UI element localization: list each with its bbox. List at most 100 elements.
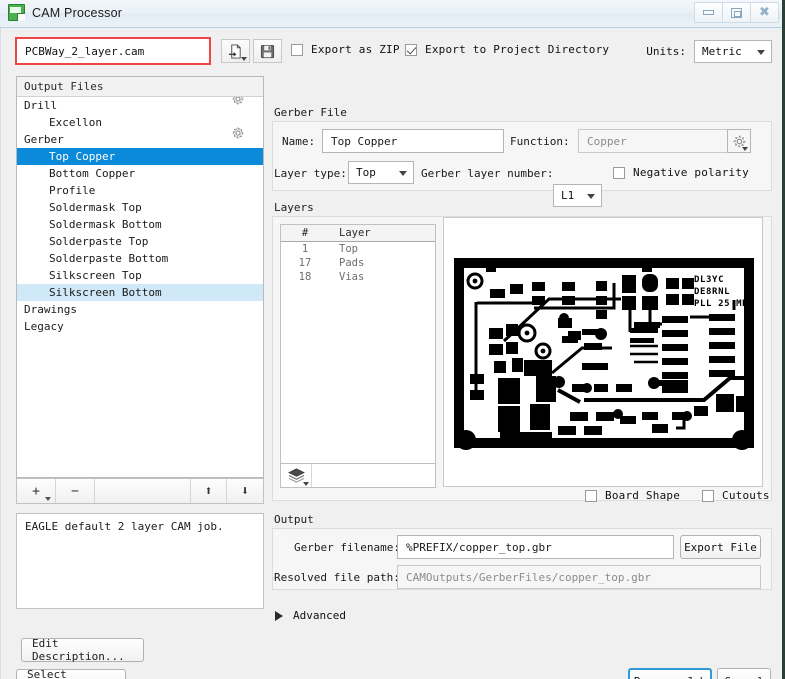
output-file-label: Profile [49, 184, 96, 197]
chevron-down-icon [303, 482, 309, 486]
select-board-button[interactable]: Select Board... [16, 668, 126, 679]
maximize-button[interactable] [722, 2, 751, 23]
gerber-function-input[interactable]: Copper [578, 129, 748, 153]
cam-job-name-input[interactable]: PCBWay_2_layer.cam [15, 37, 211, 65]
gerber-filename-input[interactable]: %PREFIX/copper_top.gbr [397, 535, 674, 559]
layers-table-row[interactable]: 18 Vias [281, 270, 435, 284]
gerber-layer-number-select[interactable]: L1 [553, 184, 602, 207]
chevron-down-icon [587, 193, 595, 199]
top-toolbar: PCBWay_2_layer.cam Export as ZIP Export … [15, 37, 772, 67]
chevron-down-icon [742, 147, 748, 151]
edit-description-button[interactable]: Edit Description... [21, 637, 144, 663]
maximize-icon [731, 7, 742, 18]
output-file-label: Soldermask Top [49, 201, 142, 214]
output-file-item[interactable]: Silkscreen Bottom [17, 284, 263, 301]
resolved-file-path-value: CAMOutputs/GerberFiles/copper_top.gbr [406, 570, 652, 584]
move-down-button[interactable]: ⬇ [227, 479, 263, 503]
window-controls: ✖ [694, 2, 779, 23]
cutouts-checkbox-row[interactable]: Cutouts [702, 489, 770, 502]
cancel-button[interactable]: Cancel [717, 668, 771, 679]
layers-table[interactable]: # Layer 1 Top 17 Pads 18 Vias [280, 224, 436, 464]
gear-icon [232, 97, 244, 105]
layers-table-body: 1 Top 17 Pads 18 Vias [281, 242, 435, 284]
export-as-zip-checkbox[interactable] [291, 43, 303, 56]
remove-output-file-button[interactable]: − [56, 479, 95, 503]
toolbar-spacer [95, 479, 191, 503]
resolved-file-path-input: CAMOutputs/GerberFiles/copper_top.gbr [397, 565, 761, 589]
window-body: PCBWay_2_layer.cam Export as ZIP Export … [0, 28, 785, 679]
gerber-name-label: Name: [282, 135, 316, 148]
gerber-filename-label: Gerber filename: [294, 541, 400, 554]
layer-type-select[interactable]: Top [348, 161, 414, 184]
gerber-preview-canvas: DL3YC DE8RNL PLL 25 MHz [444, 218, 762, 486]
cancel-label: Cancel [724, 675, 764, 679]
gerber-function-settings-button[interactable] [727, 129, 751, 153]
negative-polarity-checkbox-row[interactable]: Negative polarity [613, 166, 749, 179]
close-button[interactable]: ✖ [750, 2, 779, 23]
output-file-item[interactable]: Excellon [17, 114, 263, 131]
output-file-item[interactable]: Silkscreen Top [17, 267, 263, 284]
layer-number: 17 [298, 257, 312, 269]
chevron-down-icon [399, 170, 407, 176]
cutouts-checkbox[interactable] [702, 489, 714, 502]
negative-polarity-checkbox[interactable] [613, 166, 625, 179]
output-file-item[interactable]: Solderpaste Bottom [17, 250, 263, 267]
output-file-item[interactable]: Drill [17, 97, 263, 114]
export-file-button[interactable]: Export File [680, 535, 761, 559]
cam-processor-window: CAM Processor ✖ PCBWay_2_layer.cam Expor… [0, 0, 785, 679]
output-group-title: Output [274, 513, 314, 526]
gerber-name-input[interactable]: Top Copper [322, 129, 504, 153]
layers-table-row[interactable]: 1 Top [281, 242, 435, 256]
chevron-down-icon [45, 497, 51, 501]
layers-column-number: # [301, 227, 309, 239]
output-file-settings-button[interactable] [232, 97, 254, 106]
title-bar-left: CAM Processor [8, 4, 122, 21]
units-select[interactable]: Metric [694, 40, 772, 63]
output-file-item[interactable]: Gerber [17, 127, 263, 148]
load-cam-job-button[interactable] [221, 39, 250, 63]
layer-number: 1 [301, 243, 309, 255]
layers-group-title: Layers [274, 201, 314, 214]
export-as-zip-label: Export as ZIP [311, 43, 400, 56]
output-file-item[interactable]: Soldermask Top [17, 199, 263, 216]
chevron-down-icon [757, 49, 765, 55]
output-file-item[interactable]: Drawings [17, 301, 263, 318]
output-files-header: Output Files [17, 77, 263, 97]
output-files-tree[interactable]: Drill Excellon Gerber Top Copper Bottom Copp… [17, 97, 263, 477]
board-shape-checkbox-row[interactable]: Board Shape [585, 489, 680, 502]
output-file-label: Gerber [24, 133, 64, 146]
add-output-file-button[interactable]: + [17, 479, 56, 503]
output-file-label: Drill [24, 99, 58, 112]
output-file-item[interactable]: Profile [17, 182, 263, 199]
gerber-file-group-title: Gerber File [274, 106, 347, 119]
job-description-box[interactable]: EAGLE default 2 layer CAM job. [16, 513, 264, 609]
board-shape-label: Board Shape [605, 489, 681, 502]
minimize-button[interactable] [694, 2, 723, 23]
cam-job-name-value: PCBWay_2_layer.cam [25, 44, 145, 58]
layers-table-header: # Layer [281, 225, 435, 242]
resolved-file-path-label: Resolved file path: [274, 571, 400, 584]
output-file-item[interactable]: Soldermask Bottom [17, 216, 263, 233]
layer-stack-button[interactable] [281, 464, 312, 487]
output-file-item[interactable]: Bottom Copper [17, 165, 263, 182]
units-value: Metric [702, 45, 742, 58]
advanced-disclosure[interactable]: Advanced [275, 609, 346, 622]
save-cam-job-button[interactable] [253, 39, 282, 63]
cutouts-label: Cutouts [722, 489, 770, 502]
export-to-project-directory-checkbox-row[interactable]: Export to Project Directory [405, 43, 609, 56]
output-file-settings-button[interactable] [232, 126, 254, 140]
output-file-item[interactable]: Top Copper [17, 148, 263, 165]
output-file-item[interactable]: Legacy [17, 318, 263, 335]
layers-table-row[interactable]: 17 Pads [281, 256, 435, 270]
export-to-project-directory-checkbox[interactable] [405, 43, 417, 56]
process-job-button[interactable]: Process Job [628, 668, 712, 679]
gerber-preview[interactable]: DL3YC DE8RNL PLL 25 MHz [443, 217, 763, 487]
output-file-item[interactable]: Solderpaste Top [17, 233, 263, 250]
export-as-zip-checkbox-row[interactable]: Export as ZIP [291, 43, 400, 56]
output-files-panel: Output Files Drill Excellon Gerber Top Copp… [16, 76, 264, 478]
units-label: Units: [646, 45, 686, 58]
board-shape-checkbox[interactable] [585, 489, 597, 502]
move-up-button[interactable]: ⬆ [191, 479, 227, 503]
gerber-function-value: Copper [587, 134, 627, 148]
layer-number: 18 [298, 271, 312, 283]
